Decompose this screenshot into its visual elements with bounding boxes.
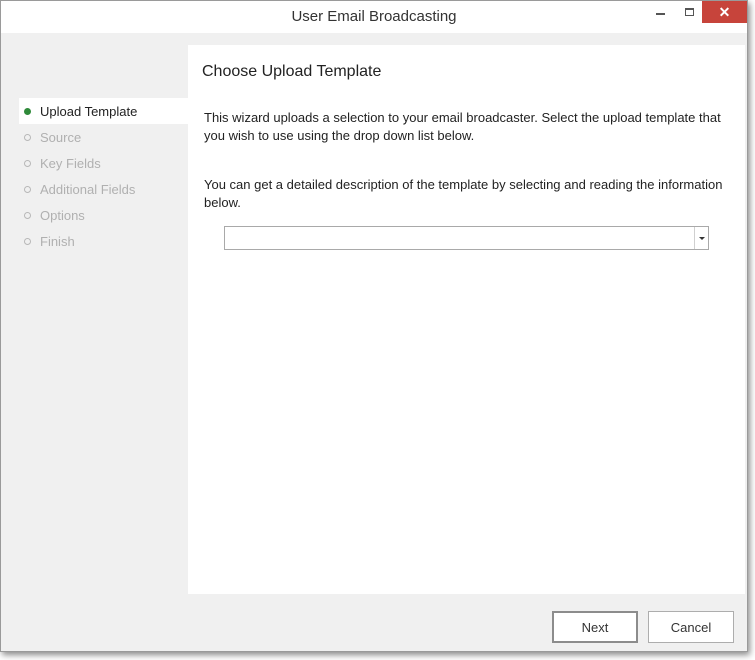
step-label: Options [40, 207, 85, 223]
hollow-dot-icon [24, 237, 31, 245]
step-finish[interactable]: Finish [19, 228, 189, 254]
close-button[interactable]: ✕ [702, 1, 747, 23]
window-title: User Email Broadcasting [291, 8, 457, 25]
step-label: Upload Template [40, 103, 138, 119]
template-select[interactable] [224, 226, 709, 250]
title-bar[interactable]: User Email Broadcasting ✕ [1, 1, 747, 33]
close-icon: ✕ [718, 3, 731, 20]
page-title: Choose Upload Template [202, 63, 382, 80]
maximize-icon [684, 8, 694, 16]
step-upload-template[interactable]: Upload Template [19, 98, 189, 124]
description-paragraph: You can get a detailed description of th… [204, 177, 723, 210]
hollow-dot-icon [24, 159, 31, 167]
step-label: Source [40, 129, 82, 145]
maximize-button[interactable] [676, 1, 702, 23]
wizard-window: User Email Broadcasting ✕ Upload Templat… [0, 0, 748, 652]
step-options[interactable]: Options [19, 202, 189, 228]
minimize-button[interactable] [646, 1, 674, 23]
step-label: Finish [40, 233, 75, 249]
step-label: Key Fields [40, 155, 101, 171]
wizard-content-panel: Choose Upload Template This wizard uploa… [188, 45, 745, 594]
hollow-dot-icon [24, 211, 31, 219]
filled-dot-icon [24, 107, 31, 115]
step-key-fields[interactable]: Key Fields [19, 150, 189, 176]
step-source[interactable]: Source [19, 124, 189, 150]
step-additional-fields[interactable]: Additional Fields [19, 176, 189, 202]
minimize-icon [655, 13, 665, 15]
hollow-dot-icon [24, 185, 31, 193]
intro-paragraph: This wizard uploads a selection to your … [204, 110, 721, 143]
dropdown-toggle[interactable] [694, 227, 708, 249]
step-label: Additional Fields [40, 181, 136, 197]
cancel-button[interactable]: Cancel [648, 611, 734, 643]
hollow-dot-icon [24, 133, 31, 141]
next-button[interactable]: Next [552, 611, 638, 643]
chevron-down-icon [698, 236, 705, 240]
